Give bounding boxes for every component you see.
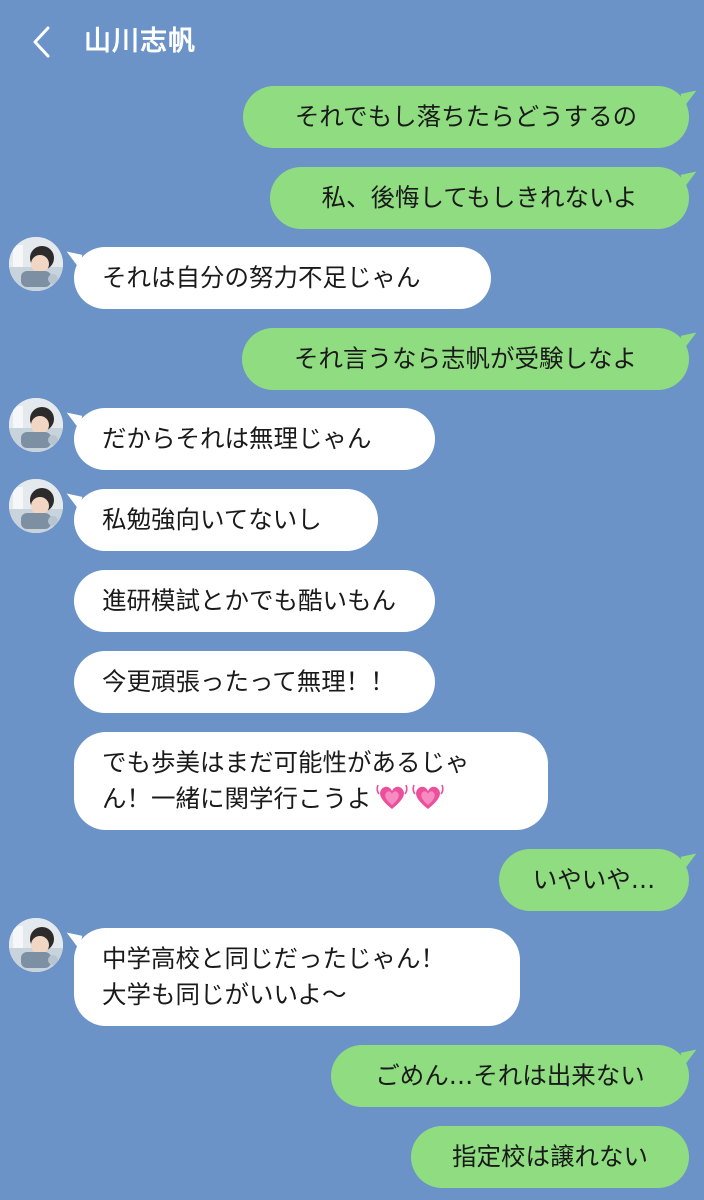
contact-avatar[interactable] bbox=[9, 398, 63, 452]
received-message-bubble[interactable]: 今更頑張ったって無理！！ bbox=[74, 651, 435, 713]
contact-avatar[interactable] bbox=[9, 479, 63, 533]
contact-name: 山川志帆 bbox=[84, 26, 196, 57]
contact-avatar[interactable] bbox=[9, 237, 63, 291]
sent-message-bubble[interactable]: いやいや… bbox=[499, 849, 689, 911]
back-button[interactable] bbox=[28, 22, 56, 62]
message-text: 私勉強向いてないし bbox=[102, 505, 322, 534]
message-text: ごめん…それは出来ない bbox=[375, 1061, 645, 1090]
message-text-line: 中学高校と同じだったじゃん！ bbox=[102, 944, 445, 973]
growing-heart-icon bbox=[375, 784, 408, 810]
sent-message-bubble[interactable]: 指定校は譲れない bbox=[411, 1126, 689, 1188]
sent-message-bubble[interactable]: それ言うなら志帆が受験しなよ bbox=[242, 328, 689, 390]
received-message-bubble[interactable]: 進研模試とかでも酷いもん bbox=[74, 570, 435, 632]
message-text-line-with-emoji: ん！一緒に関学行こうよ bbox=[102, 781, 470, 817]
message-text: それ言うなら志帆が受験しなよ bbox=[294, 344, 637, 373]
message-text-block: でも歩美はまだ可能性があるじゃ ん！一緒に関学行こうよ bbox=[102, 745, 470, 817]
message-text: 進研模試とかでも酷いもん bbox=[102, 586, 396, 615]
message-text: それは自分の努力不足じゃん bbox=[102, 263, 421, 292]
sent-message-bubble[interactable]: それでもし落ちたらどうするの bbox=[243, 86, 689, 148]
sent-message-bubble[interactable]: ごめん…それは出来ない bbox=[331, 1045, 689, 1107]
received-message-bubble[interactable]: だからそれは無理じゃん bbox=[74, 408, 435, 470]
contact-avatar[interactable] bbox=[9, 918, 63, 972]
message-text: だからそれは無理じゃん bbox=[102, 424, 372, 453]
message-text-line: でも歩美はまだ可能性があるじゃ bbox=[102, 748, 470, 777]
received-message-bubble[interactable]: 私勉強向いてないし bbox=[74, 489, 378, 551]
chat-header: 山川志帆 bbox=[0, 0, 704, 84]
received-message-bubble[interactable]: 中学高校と同じだったじゃん！ 大学も同じがいいよ〜 bbox=[74, 928, 520, 1026]
message-text-block: 中学高校と同じだったじゃん！ 大学も同じがいいよ〜 bbox=[102, 941, 445, 1013]
message-text-line: 大学も同じがいいよ〜 bbox=[102, 980, 347, 1009]
received-message-bubble[interactable]: でも歩美はまだ可能性があるじゃ ん！一緒に関学行こうよ bbox=[74, 732, 548, 830]
message-text: 私、後悔してもしきれないよ bbox=[321, 183, 638, 212]
received-message-bubble[interactable]: それは自分の努力不足じゃん bbox=[74, 247, 491, 309]
message-text: いやいや… bbox=[532, 865, 656, 894]
growing-heart-icon bbox=[411, 784, 444, 810]
message-text: それでもし落ちたらどうするの bbox=[294, 102, 638, 131]
message-text: 指定校は譲れない bbox=[452, 1142, 648, 1171]
sent-message-bubble[interactable]: 私、後悔してもしきれないよ bbox=[270, 167, 689, 229]
message-text-line: ん！一緒に関学行こうよ bbox=[102, 784, 372, 813]
chevron-left-icon[interactable] bbox=[28, 22, 56, 62]
message-text: 今更頑張ったって無理！！ bbox=[102, 667, 395, 696]
